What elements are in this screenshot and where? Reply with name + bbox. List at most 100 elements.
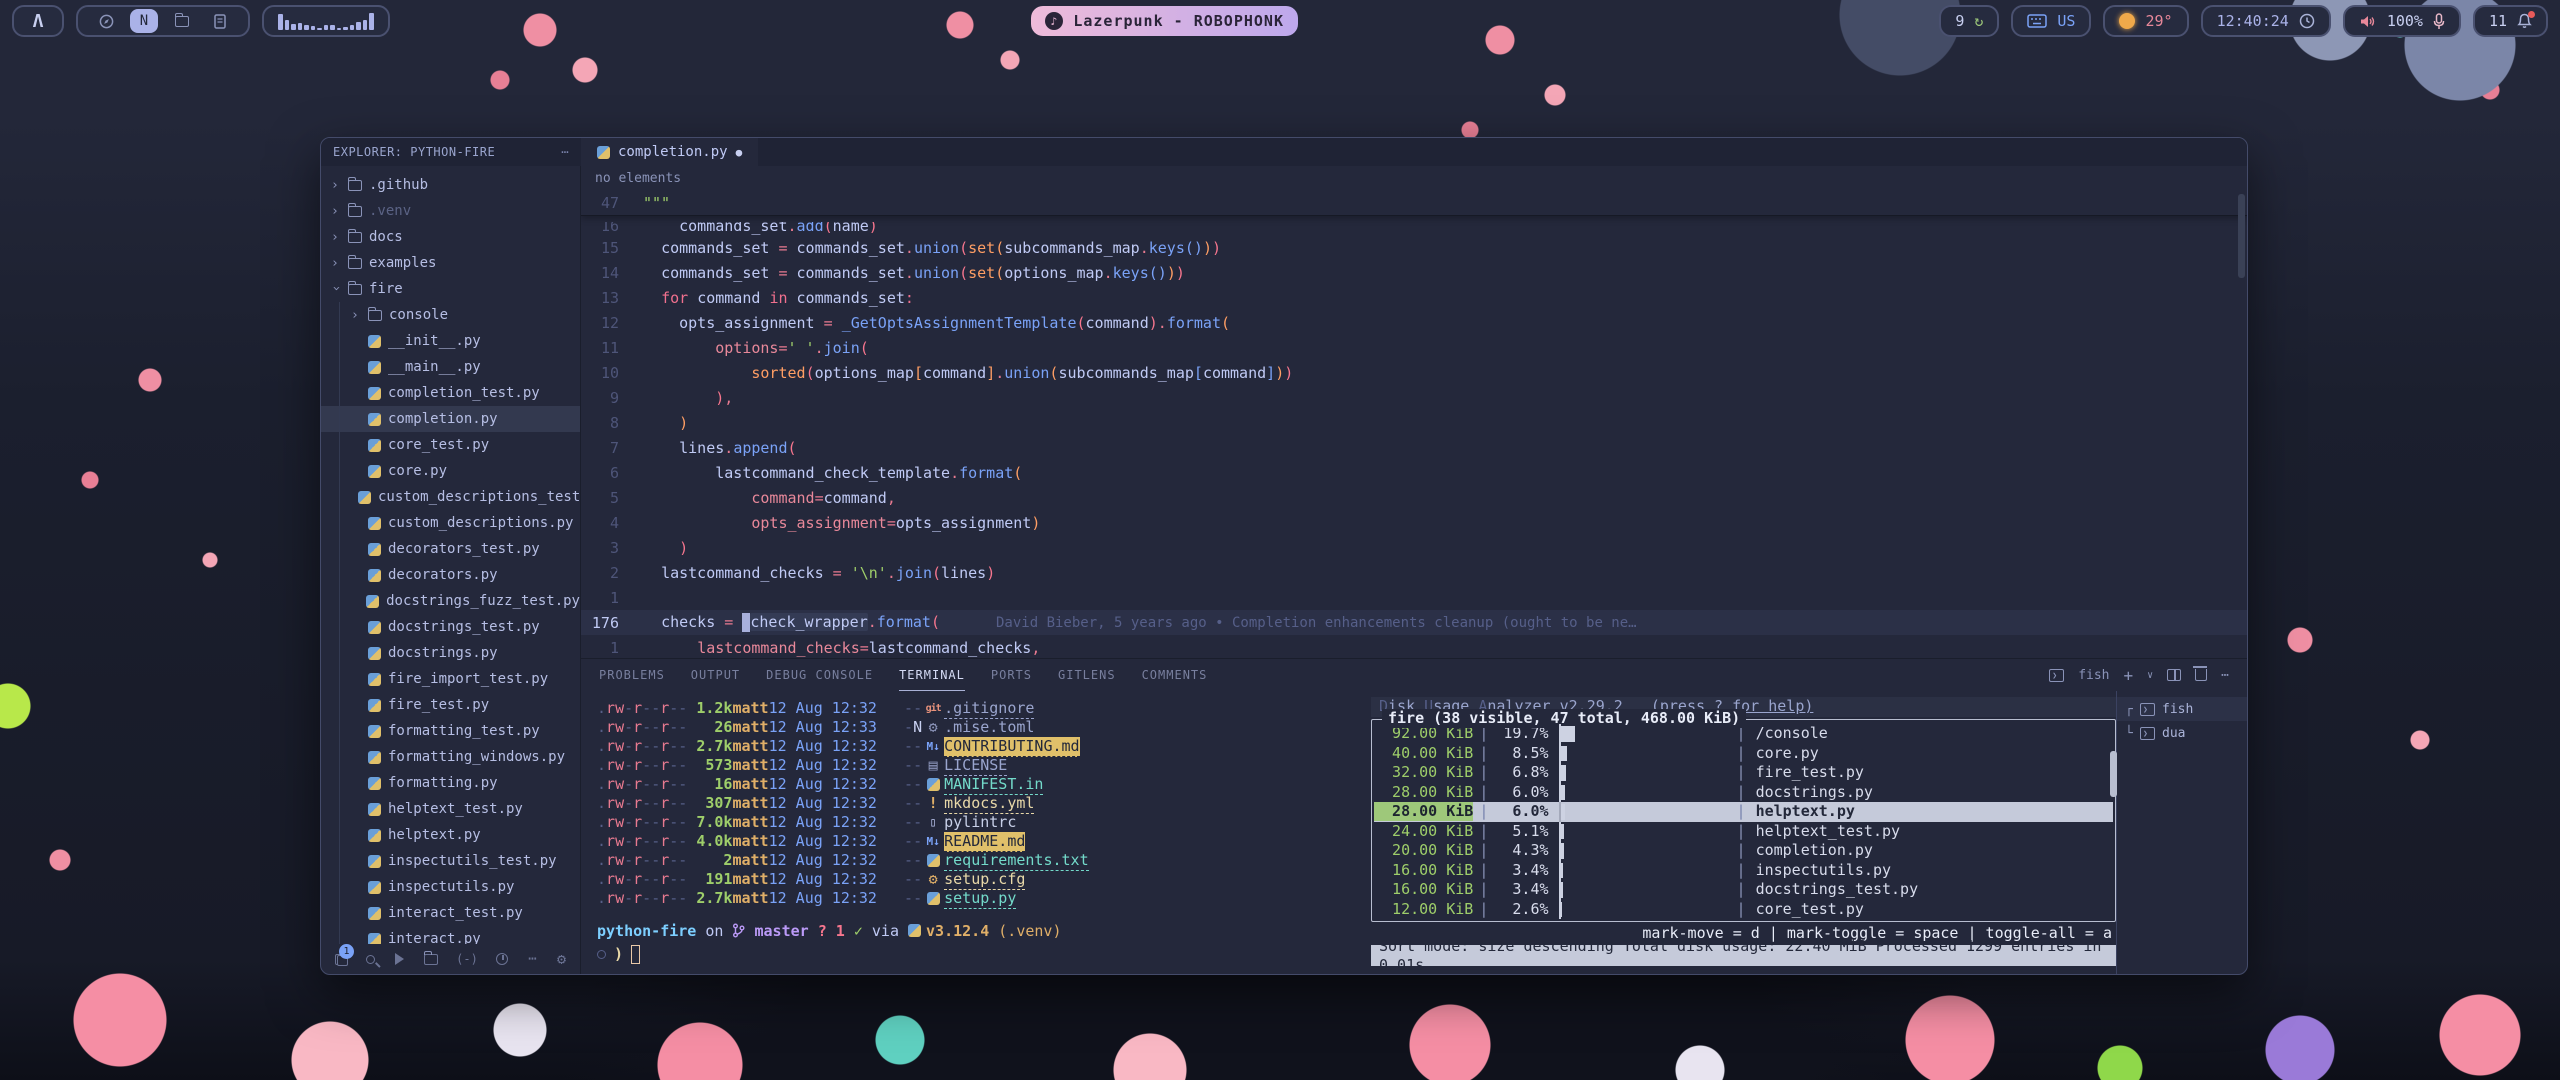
panel-tab-terminal[interactable]: TERMINAL bbox=[899, 659, 965, 691]
dua-entry-name: completion.py bbox=[1746, 841, 1873, 860]
sidebar-item-decorators-py[interactable]: decorators.py bbox=[321, 562, 580, 588]
weather-widget[interactable]: 29° bbox=[2103, 5, 2188, 37]
prompt-input-line[interactable]: ) bbox=[597, 945, 1371, 964]
settings-button[interactable]: ⚙ bbox=[557, 950, 566, 968]
dua-row[interactable]: 32.00 KiB|6.8%|fire_test.py bbox=[1374, 763, 2113, 783]
panel-tab-problems[interactable]: PROBLEMS bbox=[599, 659, 665, 691]
workspace-files[interactable] bbox=[168, 9, 196, 33]
terminal-session-dua[interactable]: └❯dua bbox=[2117, 721, 2247, 745]
terminal-session-fish[interactable]: ┌❯fish bbox=[2117, 697, 2247, 721]
sidebar-item-core-test-py[interactable]: core_test.py bbox=[321, 432, 580, 458]
sidebar-item-completion-py[interactable]: completion.py bbox=[321, 406, 580, 432]
git-flags: -- bbox=[877, 737, 922, 756]
file-label: custom_descriptions.py bbox=[388, 515, 573, 531]
search-button[interactable] bbox=[366, 950, 375, 968]
workspace-browser[interactable] bbox=[92, 9, 120, 33]
sidebar-item-fire-import-test-py[interactable]: fire_import_test.py bbox=[321, 666, 580, 692]
dua-row[interactable]: 16.00 KiB|3.4%|docstrings_test.py bbox=[1374, 880, 2113, 900]
sidebar-item-docs[interactable]: ›docs bbox=[321, 224, 580, 250]
timeline-button[interactable] bbox=[496, 950, 508, 968]
breadcrumb[interactable]: no elements bbox=[581, 166, 2247, 190]
sidebar-item-docstrings-fuzz-test-py[interactable]: docstrings_fuzz_test.py bbox=[321, 588, 580, 614]
sidebar-item-formatting-test-py[interactable]: formatting_test.py bbox=[321, 718, 580, 744]
sidebar-item-docstrings-py[interactable]: docstrings.py bbox=[321, 640, 580, 666]
dua-bar bbox=[1559, 822, 1729, 842]
now-playing-widget[interactable]: ♪ Lazerpunk - ROBOPHONK bbox=[1031, 6, 1298, 36]
workspace-notes[interactable] bbox=[206, 9, 234, 33]
dua-row[interactable]: 12.00 KiB|2.6%|core_test.py bbox=[1374, 900, 2113, 920]
dua-row[interactable]: 20.00 KiB|4.3%|completion.py bbox=[1374, 841, 2113, 861]
sidebar-item-custom-descriptions-test-[interactable]: custom_descriptions_test.… bbox=[321, 484, 580, 510]
notifications-widget[interactable]: 11 bbox=[2473, 5, 2548, 37]
sidebar-item-formatting-windows-py[interactable]: formatting_windows.py bbox=[321, 744, 580, 770]
panel-tab-debug-console[interactable]: DEBUG CONSOLE bbox=[766, 659, 873, 691]
updates-widget[interactable]: 9 ↻ bbox=[1939, 5, 1999, 37]
sidebar-item-fire[interactable]: ›fire bbox=[321, 276, 580, 302]
chevron-icon: › bbox=[351, 308, 361, 323]
panel-tab-output[interactable]: OUTPUT bbox=[691, 659, 740, 691]
file-name[interactable]: mkdocs.yml bbox=[944, 794, 1034, 814]
file-name[interactable]: .mise.toml bbox=[944, 718, 1034, 738]
file-label: custom_descriptions_test.… bbox=[378, 489, 580, 505]
dua-row[interactable]: 28.00 KiB|6.0%|docstrings.py bbox=[1374, 783, 2113, 803]
editor-scrollbar[interactable] bbox=[2238, 194, 2245, 278]
dua-row[interactable]: 40.00 KiB|8.5%|core.py bbox=[1374, 744, 2113, 764]
file-name[interactable]: CONTRIBUTING.md bbox=[944, 737, 1079, 757]
extensions-button[interactable]: (-) bbox=[458, 950, 476, 968]
sidebar-item-helptext-test-py[interactable]: helptext_test.py bbox=[321, 796, 580, 822]
file-name[interactable]: setup.py bbox=[944, 889, 1016, 909]
sidebar-item-interact-test-py[interactable]: interact_test.py bbox=[321, 900, 580, 926]
sidebar-item-completion-test-py[interactable]: completion_test.py bbox=[321, 380, 580, 406]
sidebar-item-docstrings-test-py[interactable]: docstrings_test.py bbox=[321, 614, 580, 640]
explorer-more-button[interactable]: ⋯ bbox=[561, 145, 569, 159]
file-name[interactable]: requirements.txt bbox=[944, 851, 1089, 871]
tab-completion-py[interactable]: completion.py ● bbox=[581, 138, 758, 166]
file-date: 12 Aug 12:33 bbox=[769, 718, 877, 737]
terminal-fish[interactable]: .rw-r--r--1.2k matt 12 Aug 12:32 --git.g… bbox=[581, 691, 1371, 974]
panel-more-button[interactable]: ⋯ bbox=[2221, 668, 2229, 683]
split-terminal-button[interactable] bbox=[2167, 669, 2181, 681]
terminal-dua[interactable]: Disk Usage Analyzer v2.29.2 (press ? for… bbox=[1371, 691, 2116, 974]
sidebar-item-interact-py[interactable]: interact.py bbox=[321, 926, 580, 944]
sidebar-item-core-py[interactable]: core.py bbox=[321, 458, 580, 484]
file-name[interactable]: MANIFEST.in bbox=[944, 775, 1043, 795]
file-name[interactable]: setup.cfg bbox=[944, 870, 1025, 890]
code-editor[interactable]: 47""" 16 commands_set.add(name)15 comman… bbox=[581, 190, 2247, 658]
clock-widget[interactable]: 12:40:24 bbox=[2201, 5, 2331, 37]
new-terminal-button[interactable]: + bbox=[2124, 666, 2134, 685]
sidebar-item-inspectutils-py[interactable]: inspectutils.py bbox=[321, 874, 580, 900]
sidebar-item-helptext-py[interactable]: helptext.py bbox=[321, 822, 580, 848]
sidebar-item--main-py[interactable]: __main__.py bbox=[321, 354, 580, 380]
source-control-button[interactable] bbox=[424, 950, 438, 968]
kill-terminal-button[interactable] bbox=[2195, 669, 2207, 681]
sidebar-item-console[interactable]: ›console bbox=[321, 302, 580, 328]
panel-tab-ports[interactable]: PORTS bbox=[991, 659, 1032, 691]
launcher-button[interactable]: Λ bbox=[12, 5, 64, 37]
file-name[interactable]: .gitignore bbox=[944, 699, 1034, 719]
sidebar-item-inspectutils-test-py[interactable]: inspectutils_test.py bbox=[321, 848, 580, 874]
sidebar-item-examples[interactable]: ›examples bbox=[321, 250, 580, 276]
panel-tab-gitlens[interactable]: GITLENS bbox=[1058, 659, 1116, 691]
dua-scrollbar[interactable] bbox=[2110, 751, 2117, 797]
file-name[interactable]: LICENSE bbox=[944, 756, 1007, 776]
workspace-active[interactable]: N bbox=[130, 9, 158, 33]
keyboard-layout-widget[interactable]: US bbox=[2011, 5, 2091, 37]
file-name[interactable]: pylintrc bbox=[944, 813, 1016, 833]
sidebar-item-decorators-test-py[interactable]: decorators_test.py bbox=[321, 536, 580, 562]
sidebar-item-custom-descriptions-py[interactable]: custom_descriptions.py bbox=[321, 510, 580, 536]
sidebar-item-fire-test-py[interactable]: fire_test.py bbox=[321, 692, 580, 718]
audio-widget[interactable]: 100% bbox=[2343, 5, 2461, 37]
dua-row-selected[interactable]: 28.00 KiB|6.0%|helptext.py bbox=[1374, 802, 2113, 822]
sidebar-item--venv[interactable]: ›.venv bbox=[321, 198, 580, 224]
sidebar-item-formatting-py[interactable]: formatting.py bbox=[321, 770, 580, 796]
explorer-files-button[interactable]: 1 bbox=[335, 950, 346, 968]
dua-row[interactable]: 24.00 KiB|5.1%|helptext_test.py bbox=[1374, 822, 2113, 842]
panel-tab-comments[interactable]: COMMENTS bbox=[1142, 659, 1208, 691]
file-name[interactable]: README.md bbox=[944, 832, 1025, 852]
sidebar-item--init-py[interactable]: __init__.py bbox=[321, 328, 580, 354]
terminal-dropdown-button[interactable]: ∨ bbox=[2147, 670, 2153, 681]
run-debug-button[interactable] bbox=[395, 950, 404, 968]
sidebar-item--github[interactable]: ›.github bbox=[321, 172, 580, 198]
more-views-button[interactable]: ⋯ bbox=[528, 950, 537, 968]
dua-row[interactable]: 16.00 KiB|3.4%|inspectutils.py bbox=[1374, 861, 2113, 881]
